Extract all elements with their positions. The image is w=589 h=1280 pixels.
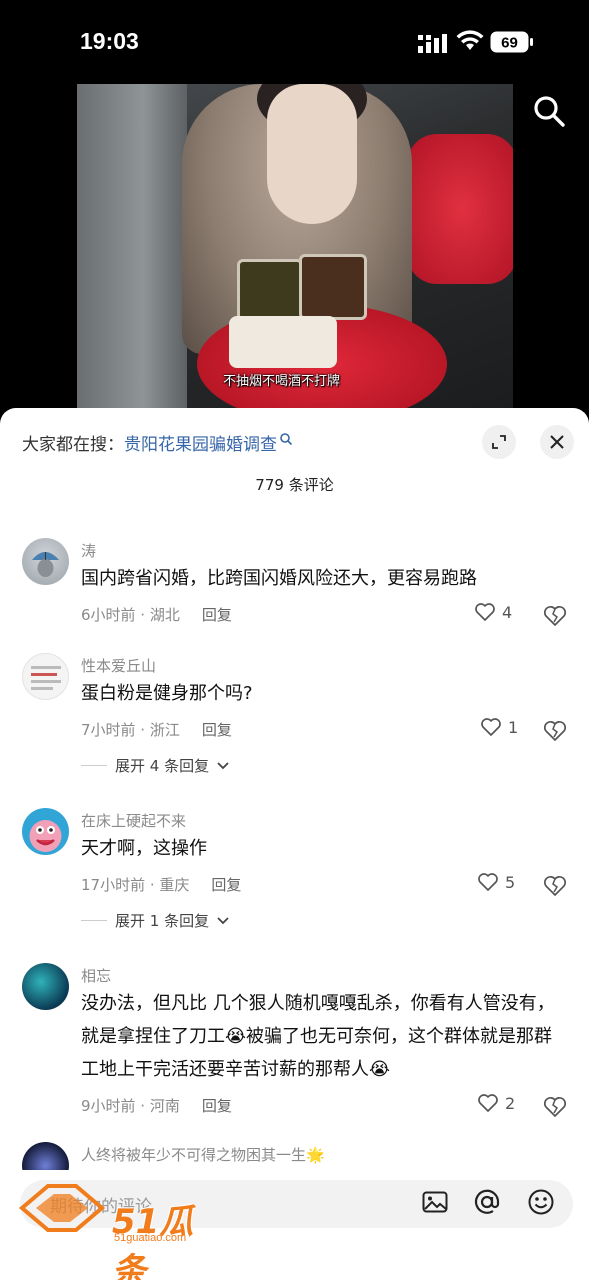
comment-username[interactable]: 涛 bbox=[81, 540, 96, 561]
comment-meta: 9小时前 · 河南 回复 bbox=[81, 1095, 232, 1116]
expand-icon bbox=[492, 435, 506, 449]
reply-button[interactable]: 回复 bbox=[202, 606, 232, 624]
like-button[interactable]: 1 bbox=[480, 717, 518, 737]
heart-icon bbox=[481, 718, 501, 736]
video-frame-food bbox=[299, 254, 367, 320]
comment-meta: 17小时前 · 重庆 回复 bbox=[81, 874, 241, 895]
like-button[interactable]: 5 bbox=[477, 872, 515, 892]
like-button[interactable]: 2 bbox=[477, 1093, 515, 1113]
status-time: 19:03 bbox=[80, 28, 139, 54]
comment-username[interactable]: 相忘 bbox=[81, 965, 111, 986]
comment-item: 性本爱丘山 蛋白粉是健身那个吗? 7小时前 · 浙江 回复 1 展开 4 条回复 bbox=[0, 651, 589, 781]
search-suggestion[interactable]: 大家都在搜：贵阳花果园骗婚调查 bbox=[22, 430, 293, 455]
search-prefix: 大家都在搜： bbox=[22, 435, 124, 455]
comment-sheet: 大家都在搜：贵阳花果园骗婚调查 779 条评论 涛 国内跨省闪婚，比跨国闪婚风险… bbox=[0, 408, 589, 1280]
video-frame-bags bbox=[407, 134, 513, 284]
heart-icon bbox=[478, 1094, 498, 1112]
expand-replies-label: 展开 1 条回复 bbox=[115, 912, 210, 930]
search-small-icon bbox=[280, 433, 293, 446]
dislike-icon[interactable] bbox=[542, 874, 568, 898]
sheet-header: 大家都在搜：贵阳花果园骗婚调查 779 条评论 bbox=[0, 408, 589, 494]
signal-icon bbox=[418, 34, 447, 53]
comment-time-location: 6小时前 · 湖北 bbox=[81, 606, 180, 624]
chevron-down-icon bbox=[217, 916, 229, 924]
comment-text: 国内跨省闪婚，比跨国闪婚风险还大，更容易跑路 bbox=[81, 568, 477, 589]
comment-input-bar: 期待你的评论 51瓜条 51guatiao.com bbox=[0, 1170, 589, 1280]
close-icon bbox=[550, 435, 564, 449]
divider bbox=[81, 920, 107, 921]
divider bbox=[81, 765, 107, 766]
status-bar: 19:03 69 bbox=[0, 0, 589, 84]
video-frame-wall bbox=[77, 84, 187, 414]
avatar[interactable] bbox=[22, 963, 69, 1010]
comment-text: 蛋白粉是健身那个吗? bbox=[81, 683, 253, 704]
video-frame-face bbox=[267, 84, 357, 224]
comment-username[interactable]: 人终将被年少不可得之物困其一生🌟 bbox=[81, 1144, 325, 1165]
reply-button[interactable]: 回复 bbox=[211, 876, 241, 894]
like-count: 4 bbox=[502, 602, 513, 622]
heart-icon bbox=[478, 873, 498, 891]
video-frame-food bbox=[237, 259, 303, 321]
heart-icon bbox=[475, 603, 495, 621]
video-subtitle: 不抽烟不喝酒不打牌 bbox=[223, 374, 341, 389]
watermark-icon bbox=[18, 1184, 106, 1232]
expand-replies-button[interactable]: 展开 1 条回复 bbox=[81, 910, 229, 931]
like-count: 2 bbox=[505, 1093, 516, 1113]
comment-item: 在床上硬起不来 天才啊，这操作 17小时前 · 重庆 回复 5 展开 1 条回复 bbox=[0, 806, 589, 936]
comment-text: 天才啊，这操作 bbox=[81, 838, 207, 859]
like-count: 1 bbox=[508, 717, 519, 737]
comment-item: 涛 国内跨省闪婚，比跨国闪婚风险还大，更容易跑路 6小时前 · 湖北 回复 4 bbox=[0, 536, 589, 646]
comment-time-location: 7小时前 · 浙江 bbox=[81, 721, 180, 739]
comment-username[interactable]: 在床上硬起不来 bbox=[81, 810, 186, 831]
comment-count: 779 条评论 bbox=[255, 476, 334, 494]
dislike-icon[interactable] bbox=[542, 719, 568, 743]
at-icon[interactable] bbox=[473, 1188, 501, 1216]
image-icon[interactable] bbox=[421, 1188, 449, 1216]
comment-time-location: 17小时前 · 重庆 bbox=[81, 876, 190, 894]
comment-time-location: 9小时前 · 河南 bbox=[81, 1097, 180, 1115]
watermark-logo: 51瓜条 51guatiao.com bbox=[18, 1176, 208, 1280]
comment-meta: 6小时前 · 湖北 回复 bbox=[81, 604, 232, 625]
chevron-down-icon bbox=[217, 761, 229, 769]
like-count: 5 bbox=[505, 872, 516, 892]
dislike-icon[interactable] bbox=[542, 604, 568, 628]
video-frame-food bbox=[229, 316, 337, 368]
video-player[interactable]: 不抽烟不喝酒不打牌 bbox=[77, 84, 513, 414]
search-icon[interactable] bbox=[532, 94, 566, 128]
avatar[interactable] bbox=[22, 808, 69, 855]
battery-level: 69 bbox=[501, 35, 518, 52]
reply-button[interactable]: 回复 bbox=[202, 721, 232, 739]
like-button[interactable]: 4 bbox=[474, 602, 512, 622]
avatar[interactable] bbox=[22, 538, 69, 585]
watermark-url: 51guatiao.com bbox=[114, 1232, 187, 1244]
search-term-link[interactable]: 贵阳花果园骗婚调查 bbox=[124, 435, 277, 455]
expand-replies-button[interactable]: 展开 4 条回复 bbox=[81, 755, 229, 776]
avatar[interactable] bbox=[22, 653, 69, 700]
battery-icon: 69 bbox=[490, 31, 534, 53]
expand-replies-label: 展开 4 条回复 bbox=[115, 757, 210, 775]
close-button[interactable] bbox=[540, 425, 574, 459]
wifi-icon bbox=[456, 30, 484, 50]
comment-item: 相忘 没办法，但凡比 几个狠人随机嘎嘎乱杀，你看有人管没有，就是拿捏住了刀工😭被… bbox=[0, 961, 589, 1131]
expand-button[interactable] bbox=[482, 425, 516, 459]
emoji-icon[interactable] bbox=[527, 1188, 555, 1216]
comment-username[interactable]: 性本爱丘山 bbox=[81, 655, 156, 676]
reply-button[interactable]: 回复 bbox=[202, 1097, 232, 1115]
comment-text: 没办法，但凡比 几个狠人随机嘎嘎乱杀，你看有人管没有，就是拿捏住了刀工😭被骗了也… bbox=[81, 993, 555, 1080]
comment-meta: 7小时前 · 浙江 回复 bbox=[81, 719, 232, 740]
dislike-icon[interactable] bbox=[542, 1095, 568, 1119]
